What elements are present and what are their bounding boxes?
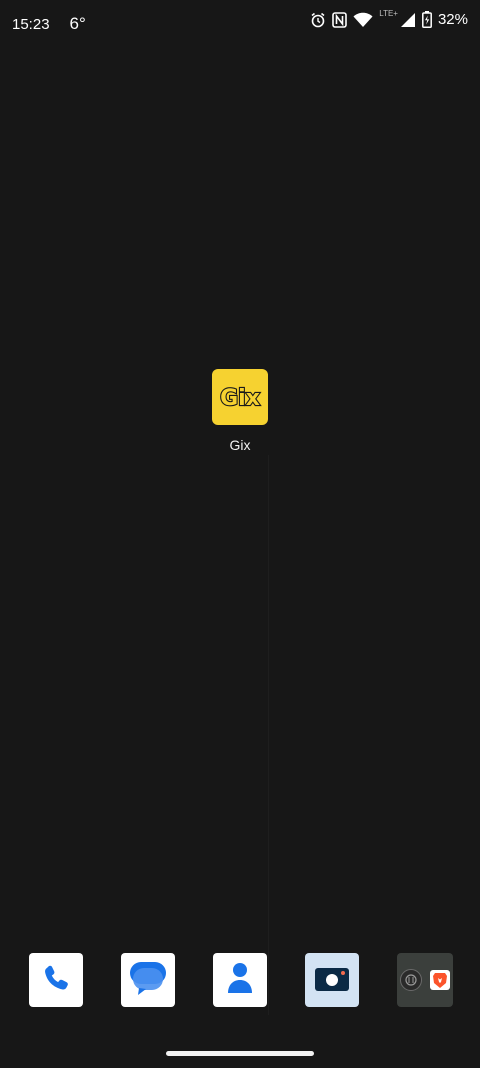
messages-icon — [129, 960, 167, 1001]
network-type: LTE+ — [379, 9, 398, 18]
dock — [0, 953, 480, 1007]
status-right: LTE+ 32% — [310, 9, 468, 28]
app-icon — [400, 969, 422, 991]
wifi-icon — [353, 12, 373, 28]
nfc-icon — [332, 11, 348, 28]
status-left: 15:23 6° — [12, 14, 86, 34]
battery-charging-icon — [422, 11, 432, 28]
folder-contents — [400, 969, 450, 991]
gesture-bar[interactable] — [166, 1051, 314, 1056]
temperature: 6° — [69, 14, 86, 33]
app-label: Gix — [229, 437, 251, 453]
clock: 15:23 — [12, 15, 50, 33]
faint-divider — [268, 455, 269, 1015]
camera-icon — [314, 964, 350, 997]
battery-percent: 32% — [437, 11, 468, 28]
svg-text:Gix: Gix — [220, 386, 260, 411]
gix-logo: Gix — [219, 385, 261, 412]
dock-camera[interactable] — [305, 953, 359, 1007]
home-screen: 15:23 6° LTE+ 32% Gix Gix — [0, 0, 480, 1068]
dock-phone[interactable] — [29, 953, 83, 1007]
status-bar: 15:23 6° LTE+ 32% — [0, 0, 480, 44]
dock-contacts[interactable] — [213, 953, 267, 1007]
gix-icon[interactable]: Gix — [212, 369, 268, 425]
dock-messages[interactable] — [121, 953, 175, 1007]
signal-icon — [400, 12, 416, 28]
phone-icon — [41, 963, 71, 998]
dock-folder[interactable] — [397, 953, 453, 1007]
app-gix[interactable]: Gix Gix — [212, 369, 268, 453]
brave-icon — [430, 970, 450, 990]
alarm-icon — [310, 12, 326, 28]
contacts-icon — [224, 961, 256, 1000]
